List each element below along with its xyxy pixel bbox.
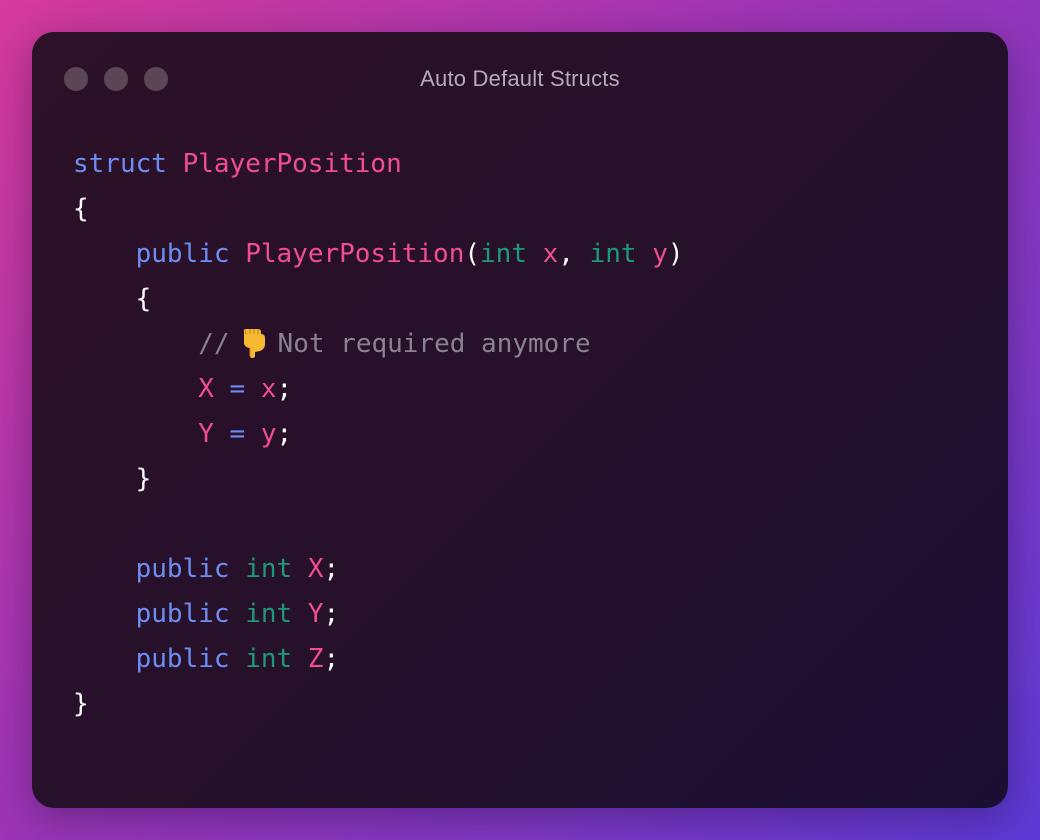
- comment-text: Not required anymore: [277, 329, 591, 359]
- param-type: int: [589, 239, 637, 269]
- code-line-13: }: [73, 682, 684, 727]
- code-line-7: Y = y;: [73, 412, 684, 457]
- constructor-name: PlayerPosition: [245, 239, 465, 269]
- open-paren: (: [464, 239, 481, 269]
- param-name: x: [542, 239, 559, 269]
- field-type: int: [245, 554, 293, 584]
- pointing-down-hand-icon: [243, 328, 265, 358]
- semicolon: ;: [276, 419, 293, 449]
- keyword-struct: struct: [73, 149, 167, 179]
- code-line-6: X = x;: [73, 367, 684, 412]
- open-brace: {: [135, 284, 152, 314]
- keyword-public: public: [135, 554, 230, 584]
- field-name: X: [307, 554, 324, 584]
- field-type: int: [245, 644, 293, 674]
- keyword-public: public: [135, 644, 230, 674]
- code-line-8: }: [73, 457, 684, 502]
- assign-target: Y: [198, 419, 214, 449]
- struct-name: PlayerPosition: [182, 149, 402, 179]
- param-name: y: [652, 239, 668, 269]
- code-line-10: public int X;: [73, 547, 684, 592]
- semicolon: ;: [323, 599, 340, 629]
- keyword-public: public: [135, 599, 230, 629]
- keyword-public: public: [135, 239, 230, 269]
- open-brace: {: [73, 194, 89, 224]
- code-line-4: {: [73, 277, 684, 322]
- assign-target: X: [198, 374, 214, 404]
- code-line-1: struct PlayerPosition: [73, 142, 684, 187]
- code-line-3: public PlayerPosition(int x, int y): [73, 232, 684, 277]
- comma: ,: [558, 239, 574, 269]
- semicolon: ;: [323, 644, 340, 674]
- semicolon: ;: [276, 374, 293, 404]
- comment-prefix: //: [198, 329, 230, 359]
- close-brace: }: [73, 689, 89, 719]
- semicolon: ;: [323, 554, 340, 584]
- field-name: Z: [307, 644, 324, 674]
- code-line-2: {: [73, 187, 684, 232]
- assign-operator: =: [229, 419, 246, 449]
- window-title: Auto Default Structs: [420, 66, 620, 91]
- title-bar: Auto Default Structs: [32, 32, 1008, 126]
- assign-value: x: [260, 374, 277, 404]
- field-name: Y: [307, 599, 324, 629]
- code-line-12: public int Z;: [73, 637, 684, 682]
- code-line-5: // Not required anymore: [73, 322, 684, 367]
- field-type: int: [245, 599, 293, 629]
- close-brace: }: [135, 464, 152, 494]
- close-paren: ): [667, 239, 684, 269]
- param-type: int: [480, 239, 527, 269]
- assign-value: y: [260, 419, 277, 449]
- code-block: struct PlayerPosition { public PlayerPosi…: [73, 142, 684, 727]
- code-line-11: public int Y;: [73, 592, 684, 637]
- code-window: Auto Default Structs struct PlayerPositi…: [32, 32, 1008, 808]
- assign-operator: =: [229, 374, 246, 404]
